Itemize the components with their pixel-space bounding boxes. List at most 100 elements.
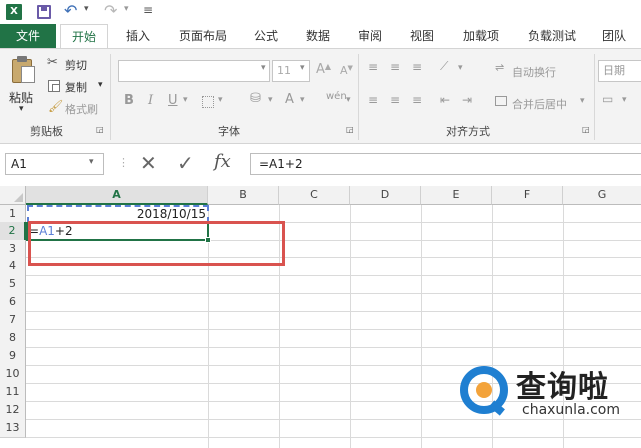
align-left-icon[interactable]: ≡ (368, 93, 378, 107)
increase-indent-icon[interactable]: ⇥ (462, 93, 472, 107)
redo-icon[interactable]: ↷ (104, 1, 117, 20)
watermark-url: chaxunla.com (522, 402, 620, 418)
font-name-box[interactable] (118, 60, 270, 82)
tab-load-test[interactable]: 负载测试 (520, 24, 584, 48)
cancel-icon[interactable]: ✕ (140, 151, 157, 175)
tab-data[interactable]: 数据 (298, 24, 338, 48)
column-header-e[interactable]: E (421, 186, 492, 205)
row-header-13[interactable]: 13 (0, 419, 26, 438)
alignment-launcher-icon[interactable]: ◲ (582, 125, 590, 134)
name-box-dropdown-icon[interactable]: ▾ (89, 157, 94, 167)
paste-icon[interactable] (10, 56, 36, 84)
ribbon-separator (358, 54, 359, 140)
format-painter-button[interactable]: 格式刷 (65, 101, 98, 117)
row-header-10[interactable]: 10 (0, 365, 26, 384)
row-header-5[interactable]: 5 (0, 275, 26, 294)
font-launcher-icon[interactable]: ◲ (346, 125, 354, 134)
merge-dropdown-icon[interactable]: ▾ (580, 96, 585, 106)
grid-line (26, 347, 641, 348)
wrap-text-button[interactable]: 自动换行 (512, 64, 556, 80)
font-size-dropdown-icon[interactable]: ▾ (300, 63, 305, 73)
cut-icon[interactable]: ✂ (47, 55, 58, 70)
format-painter-icon[interactable]: 🖌 (48, 99, 63, 113)
formula-input[interactable]: =A1+2 (250, 153, 641, 175)
phonetic-icon[interactable]: wén (326, 91, 347, 102)
column-header-f[interactable]: F (492, 186, 563, 205)
font-color-dropdown-icon[interactable]: ▾ (300, 95, 305, 105)
redo-dropdown-icon[interactable]: ▾ (124, 4, 129, 14)
align-center-icon[interactable]: ≡ (390, 93, 400, 107)
insert-function-icon[interactable]: fx (214, 150, 231, 174)
title-bar: X ↶ ▾ ↷ ▾ ≡ (0, 0, 641, 24)
merge-center-icon[interactable] (495, 96, 507, 106)
tab-review[interactable]: 审阅 (350, 24, 390, 48)
bold-icon[interactable]: B (124, 93, 134, 108)
increase-font-icon[interactable]: A▲ (316, 62, 331, 77)
border-dropdown-icon[interactable]: ▾ (218, 95, 223, 105)
cut-button[interactable]: 剪切 (65, 57, 87, 73)
select-all-corner[interactable] (0, 186, 26, 205)
grid-line (26, 419, 641, 420)
tab-file[interactable]: 文件 (0, 24, 56, 48)
currency-dropdown-icon[interactable]: ▾ (622, 95, 627, 105)
save-icon[interactable] (37, 5, 51, 19)
tab-team[interactable]: 团队 (594, 24, 634, 48)
formula-bar-grip-icon: ⋮ (118, 156, 129, 169)
decrease-font-icon[interactable]: A▼ (340, 64, 353, 77)
border-icon[interactable] (202, 96, 214, 108)
ribbon-separator (594, 54, 595, 140)
row-header-7[interactable]: 7 (0, 311, 26, 330)
align-middle-icon[interactable]: ≡ (390, 60, 400, 74)
column-header-g[interactable]: G (563, 186, 641, 205)
orientation-icon[interactable]: ⟋ (440, 59, 448, 74)
decrease-indent-icon[interactable]: ⇤ (440, 93, 450, 107)
font-name-dropdown-icon[interactable]: ▾ (261, 63, 266, 73)
grid-line (26, 275, 641, 276)
ribbon-separator (110, 54, 111, 140)
tab-formulas[interactable]: 公式 (246, 24, 286, 48)
align-right-icon[interactable]: ≡ (412, 93, 422, 107)
underline-dropdown-icon[interactable]: ▾ (183, 95, 188, 105)
tab-insert[interactable]: 插入 (116, 24, 160, 48)
copy-icon[interactable] (48, 80, 60, 92)
undo-icon[interactable]: ↶ (64, 1, 77, 20)
wrap-text-icon[interactable]: ⇌ (495, 61, 504, 74)
undo-dropdown-icon[interactable]: ▾ (84, 4, 89, 14)
merge-center-button[interactable]: 合并后居中 (512, 96, 567, 112)
italic-icon[interactable]: I (148, 93, 153, 108)
copy-button[interactable]: 复制 (65, 79, 87, 95)
column-header-c[interactable]: C (279, 186, 350, 205)
align-top-icon[interactable]: ≡ (368, 60, 378, 74)
watermark-logo-icon (460, 366, 508, 416)
paste-dropdown-icon[interactable]: ▾ (19, 104, 24, 114)
copy-dropdown-icon[interactable]: ▾ (98, 80, 103, 90)
tab-addins[interactable]: 加载项 (454, 24, 508, 48)
tab-view[interactable]: 视图 (402, 24, 442, 48)
row-header-12[interactable]: 12 (0, 401, 26, 420)
column-header-a[interactable]: A (26, 186, 208, 205)
font-color-icon[interactable]: A (285, 92, 294, 107)
clipboard-launcher-icon[interactable]: ◲ (96, 125, 104, 134)
row-header-2[interactable]: 2 (0, 222, 26, 241)
row-header-8[interactable]: 8 (0, 329, 26, 348)
row-header-4[interactable]: 4 (0, 257, 26, 276)
customize-qat-icon[interactable]: ≡ (143, 3, 153, 17)
currency-icon[interactable]: ▭ (602, 92, 613, 106)
underline-icon[interactable]: U (168, 93, 178, 108)
number-format-box[interactable]: 日期 (598, 60, 641, 82)
row-header-9[interactable]: 9 (0, 347, 26, 366)
tab-page-layout[interactable]: 页面布局 (172, 24, 234, 48)
highlight-box (28, 221, 285, 266)
row-header-6[interactable]: 6 (0, 293, 26, 312)
column-header-d[interactable]: D (350, 186, 421, 205)
phonetic-dropdown-icon[interactable]: ▾ (346, 95, 351, 105)
row-header-11[interactable]: 11 (0, 383, 26, 402)
column-header-b[interactable]: B (208, 186, 279, 205)
enter-icon[interactable]: ✓ (177, 151, 194, 175)
grid-line (350, 205, 351, 448)
fill-dropdown-icon[interactable]: ▾ (268, 95, 273, 105)
fill-color-icon[interactable]: ⛁ (250, 91, 261, 106)
tab-home[interactable]: 开始 (60, 24, 108, 48)
orientation-dropdown-icon[interactable]: ▾ (458, 63, 463, 73)
align-bottom-icon[interactable]: ≡ (412, 60, 422, 74)
